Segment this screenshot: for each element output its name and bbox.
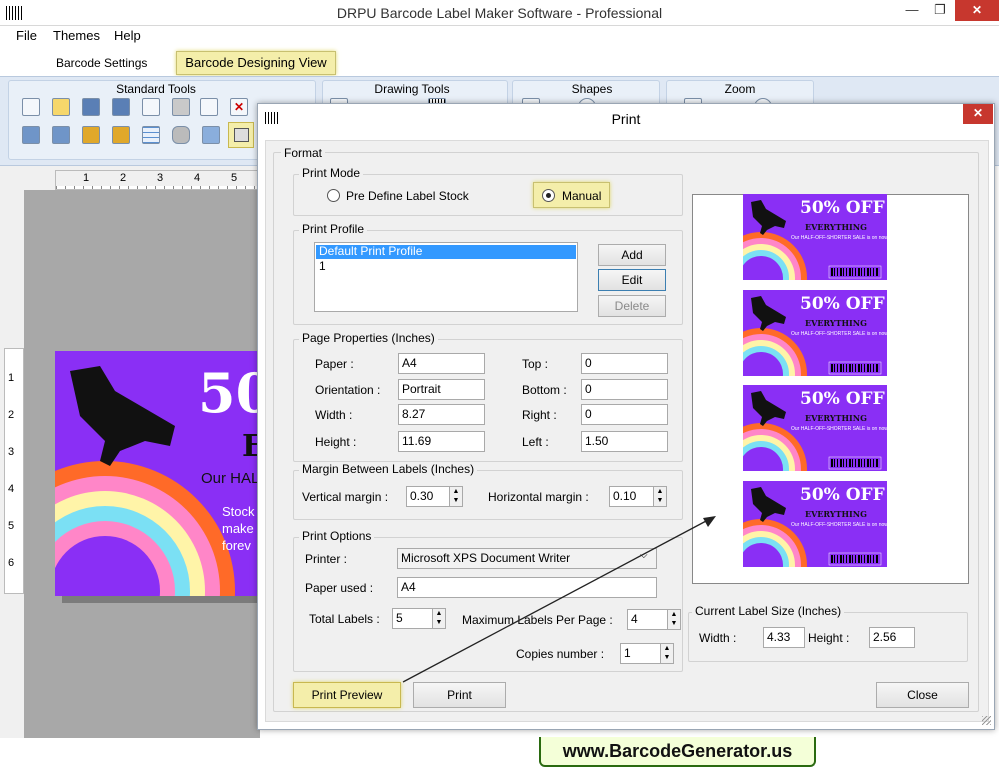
print-preview-button[interactable]: Print Preview [293,682,401,708]
website-watermark: www.BarcodeGenerator.us [539,737,816,767]
close-button[interactable]: Close [876,682,969,708]
callout-arrow [402,516,716,683]
resize-grip-icon[interactable] [982,716,991,725]
print-button[interactable]: Print [413,682,506,708]
